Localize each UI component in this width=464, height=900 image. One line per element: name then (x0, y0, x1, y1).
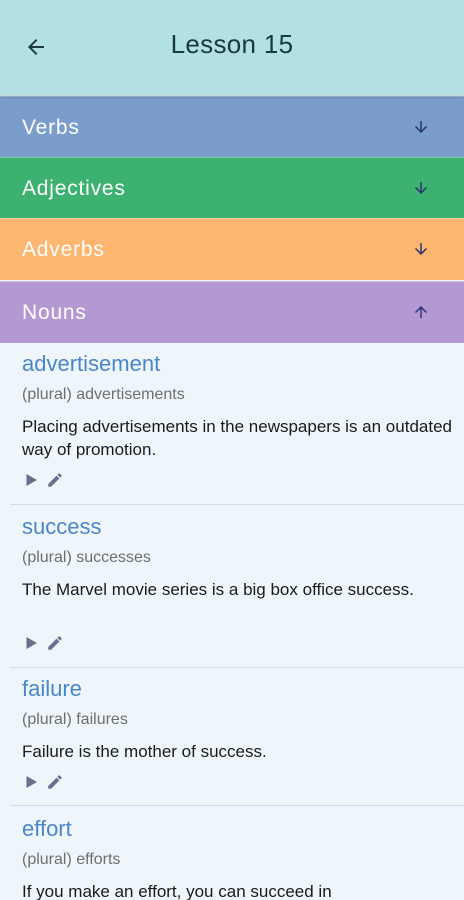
word-plural: (plural) failures (22, 711, 128, 728)
pencil-icon (48, 473, 62, 487)
app-bar: Lesson 15 (0, 0, 464, 95)
list-item: advertisement (plural) advertisements Pl… (0, 343, 464, 505)
category-label: Adjectives (22, 176, 126, 200)
pencil-icon (48, 636, 62, 650)
play-button[interactable] (22, 471, 40, 489)
word-title: advertisement (22, 351, 161, 376)
word-plural: (plural) successes (22, 549, 151, 566)
arrow-down-icon (415, 243, 427, 255)
play-button[interactable] (22, 634, 40, 652)
word-actions (22, 772, 64, 792)
word-plural: (plural) advertisements (22, 386, 185, 403)
word-example: If you make an effort, you can succeed i… (22, 882, 332, 900)
list-item: effort (plural) efforts If you make an e… (0, 806, 464, 900)
word-actions (22, 470, 64, 490)
word-plural: (plural) efforts (22, 851, 121, 868)
word-example: Failure is the mother of success. (22, 742, 267, 761)
word-example: Placing advertisements in the newspapers… (22, 417, 452, 459)
category-adjectives[interactable]: Adjectives (0, 157, 464, 219)
list-item: failure (plural) failures Failure is the… (0, 668, 464, 806)
play-icon (26, 474, 37, 486)
arrow-up-icon (415, 306, 427, 318)
word-example: The Marvel movie series is a big box off… (22, 580, 414, 599)
category-nouns[interactable]: Nouns (0, 281, 464, 343)
page-title: Lesson 15 (170, 29, 294, 59)
word-title: success (22, 514, 102, 539)
category-label: Verbs (22, 115, 80, 139)
play-button[interactable] (22, 773, 40, 791)
category-label: Adverbs (22, 237, 105, 261)
category-adverbs[interactable]: Adverbs (0, 218, 464, 280)
arrow-down-icon (415, 182, 427, 194)
play-icon (26, 637, 37, 649)
edit-button[interactable] (46, 634, 64, 652)
edit-button[interactable] (46, 773, 64, 791)
word-title: effort (22, 816, 72, 841)
list-item: success (plural) successes The Marvel mo… (0, 505, 464, 668)
pencil-icon (48, 775, 62, 789)
arrow-down-icon (415, 121, 427, 133)
category-verbs[interactable]: Verbs (0, 96, 464, 158)
word-actions (22, 633, 64, 653)
play-icon (26, 776, 37, 788)
word-title: failure (22, 676, 82, 701)
edit-button[interactable] (46, 471, 64, 489)
noun-word-list: advertisement (plural) advertisements Pl… (0, 343, 464, 900)
category-label: Nouns (22, 300, 87, 324)
